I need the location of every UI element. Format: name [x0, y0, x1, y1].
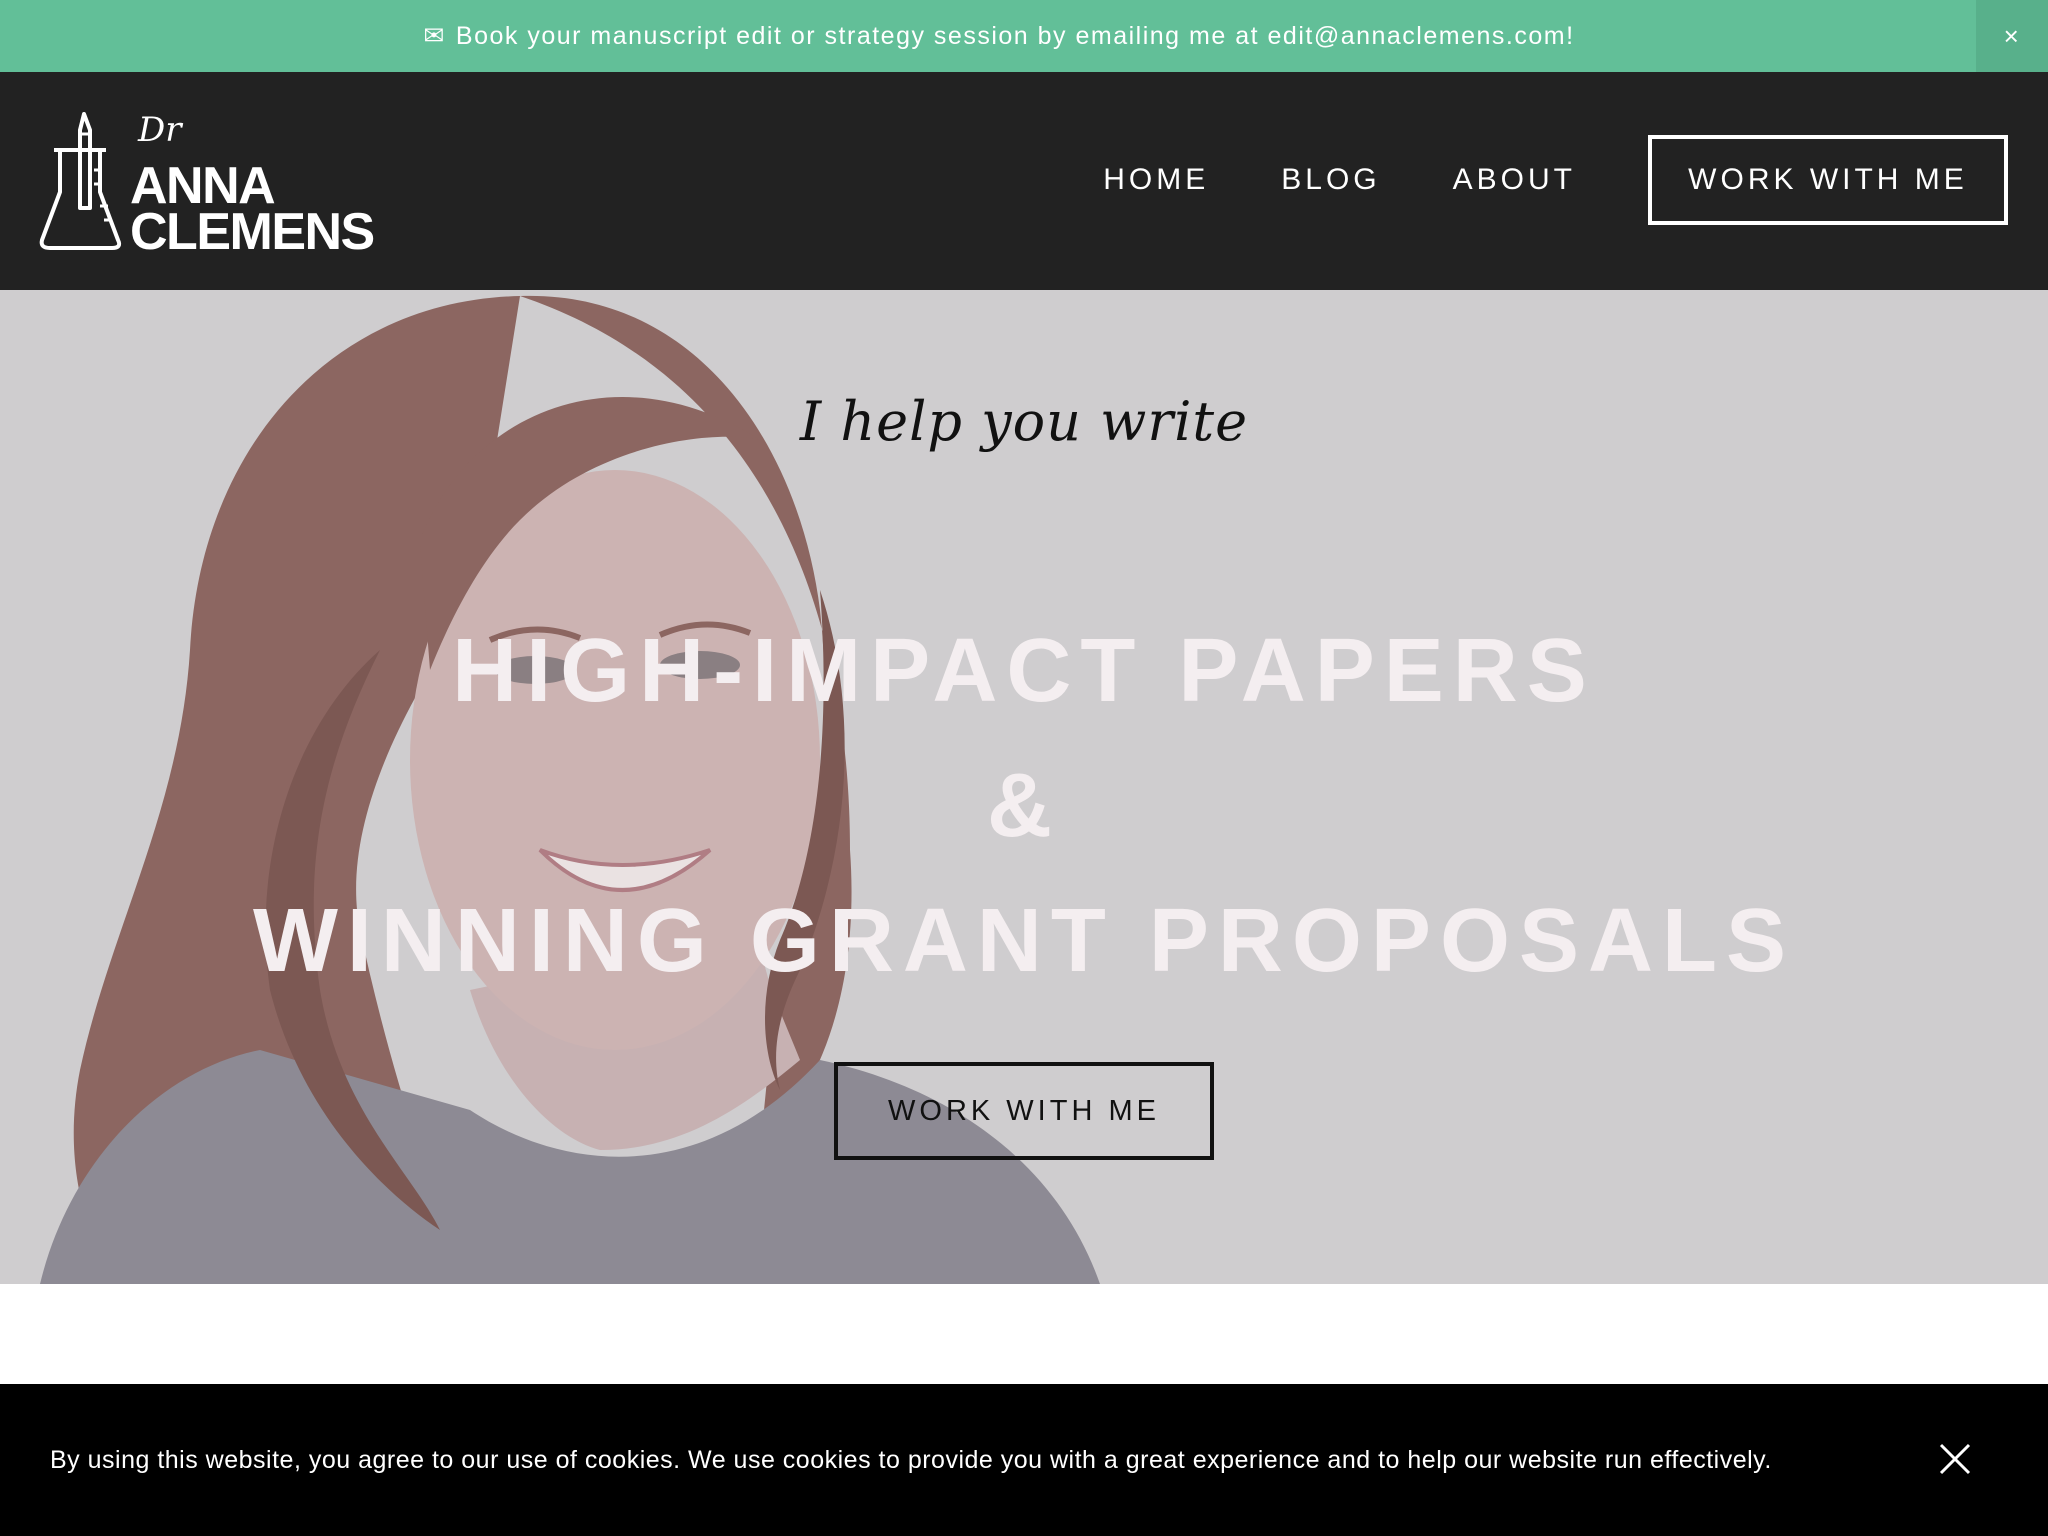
nav-work-with-me-button[interactable]: WORK WITH ME [1648, 135, 2008, 225]
announcement-text[interactable]: Book your manuscript edit or strategy se… [456, 22, 1575, 51]
hero-headline-ampersand: & [987, 756, 1061, 856]
nav-work-with-me-label: WORK WITH ME [1688, 163, 1968, 196]
flask-pencil-icon [39, 112, 122, 250]
close-icon[interactable] [1938, 1442, 1972, 1476]
hero-kicker: I help you write [799, 390, 1249, 453]
announcement-bar: ✉ Book your manuscript edit or strategy … [0, 0, 2048, 72]
envelope-icon: ✉ [423, 22, 446, 50]
nav-about[interactable]: ABOUT [1453, 163, 1576, 197]
nav-blog[interactable]: BLOG [1281, 163, 1380, 197]
cookie-banner-text: By using this website, you agree to our … [50, 1445, 1772, 1474]
main-nav: HOME BLOG ABOUT WORK WITH ME [1103, 132, 2008, 228]
close-icon: × [2003, 20, 2021, 51]
site-header: Dr ANNA CLEMENS HOME BLOG ABOUT WORK WIT… [0, 72, 2048, 290]
hero-work-with-me-label: WORK WITH ME [888, 1094, 1160, 1127]
logo-prefix: Dr [138, 110, 182, 150]
hero-headline-line-1: HIGH-IMPACT PAPERS [452, 621, 1596, 721]
hero-work-with-me-button[interactable]: WORK WITH ME [834, 1062, 1214, 1160]
hero-section: I help you write HIGH-IMPACT PAPERS & WI… [0, 290, 2048, 1284]
hero-headline-line-2: WINNING GRANT PROPOSALS [252, 891, 1795, 991]
nav-home[interactable]: HOME [1103, 163, 1209, 197]
logo-last-name: CLEMENS [130, 203, 375, 261]
announcement-close-button[interactable]: × [1976, 0, 2048, 72]
cookie-banner: By using this website, you agree to our … [0, 1384, 2048, 1536]
site-logo[interactable]: Dr ANNA CLEMENS [38, 110, 375, 258]
